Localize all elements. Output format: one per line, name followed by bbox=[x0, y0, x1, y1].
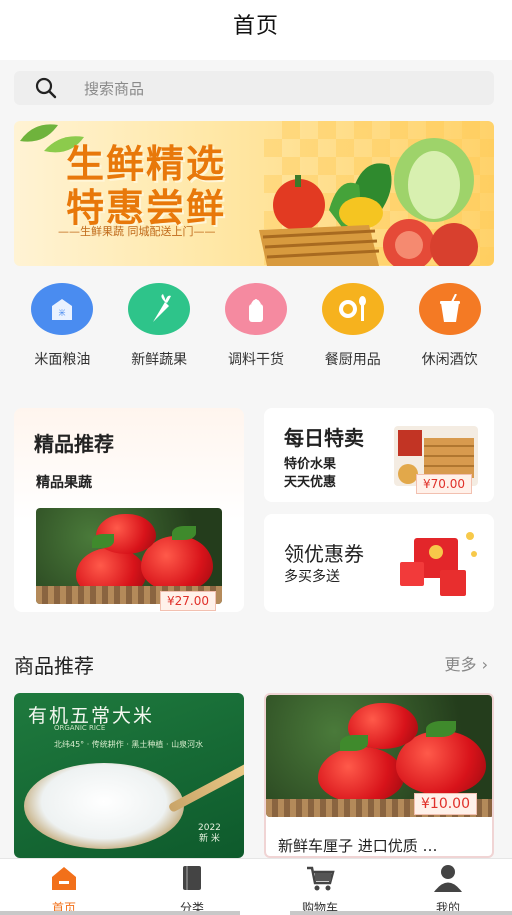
more-link[interactable]: 更多 › bbox=[444, 651, 488, 675]
rice-year: 2022 bbox=[198, 823, 221, 833]
rice-year-badge: 2022 新 米 bbox=[198, 823, 221, 845]
rice-bag-icon: 米 bbox=[31, 283, 94, 335]
search-bar[interactable]: 搜索商品 bbox=[14, 71, 494, 105]
category-label: 米面粮油 bbox=[34, 352, 91, 368]
tableware-icon bbox=[321, 283, 384, 335]
home-indicator bbox=[0, 911, 512, 915]
home-icon bbox=[49, 863, 79, 893]
chevron-right-icon: › bbox=[481, 655, 488, 674]
bottom-tab-bar: 首页 分类 购物车 我的 bbox=[0, 858, 512, 915]
daily-deal-card[interactable]: 每日特卖 特价水果 天天优惠 ¥70.00 bbox=[264, 408, 494, 502]
product-name: 新鲜车厘子 进口优质 … bbox=[278, 837, 438, 855]
category-item-drinks[interactable]: 休闲酒饮 bbox=[405, 283, 495, 383]
category-label: 新鲜蔬果 bbox=[131, 352, 188, 368]
category-label: 调料干货 bbox=[227, 352, 284, 368]
more-label: 更多 bbox=[444, 655, 477, 674]
coupon-subtitle: 多买多送 bbox=[284, 569, 340, 585]
daily-deal-price: ¥70.00 bbox=[416, 474, 472, 494]
search-icon bbox=[34, 76, 58, 100]
banner-subtitle: ——生鲜果蔬 同城配送上门—— bbox=[58, 225, 216, 238]
category-label: 餐厨用品 bbox=[324, 352, 381, 368]
cart-icon bbox=[305, 863, 335, 893]
tab-profile[interactable]: 我的 bbox=[384, 859, 512, 915]
featured-price: ¥27.00 bbox=[160, 591, 216, 611]
category-item-vegetables[interactable]: 新鲜蔬果 bbox=[114, 283, 204, 383]
product-price: ¥10.00 bbox=[414, 793, 477, 815]
product-card-cherries[interactable]: ¥10.00 新鲜车厘子 进口优质 … bbox=[264, 693, 494, 858]
user-icon bbox=[433, 863, 463, 893]
coupon-card[interactable]: 领优惠券 多买多送 bbox=[264, 514, 494, 612]
search-input[interactable]: 搜索商品 bbox=[84, 78, 144, 99]
tab-home[interactable]: 首页 bbox=[0, 859, 128, 915]
tab-cart[interactable]: 购物车 bbox=[256, 859, 384, 915]
product-section-header: 商品推荐 更多 › bbox=[14, 648, 494, 678]
daily-deal-line2: 天天优惠 bbox=[284, 475, 337, 490]
category-item-seasoning[interactable]: 调料干货 bbox=[211, 283, 301, 383]
app-header: 首页 bbox=[0, 0, 512, 60]
promo-banner[interactable]: 生鲜精选 特惠尝鲜 ——生鲜果蔬 同城配送上门—— bbox=[14, 121, 494, 266]
featured-title: 精品推荐 bbox=[34, 432, 114, 456]
page-title: 首页 bbox=[232, 14, 279, 39]
rice-description: 北纬45° · 传统耕作 · 黑土种植 · 山泉河水 bbox=[54, 740, 204, 749]
daily-deal-line1: 特价水果 bbox=[284, 457, 337, 472]
svg-text:米: 米 bbox=[59, 308, 66, 317]
rice-year-sub: 新 米 bbox=[199, 834, 220, 844]
category-item-rice[interactable]: 米 米面粮油 bbox=[17, 283, 107, 383]
salt-shaker-icon bbox=[224, 283, 287, 335]
featured-subtitle: 精品果蔬 bbox=[36, 475, 92, 491]
section-title: 商品推荐 bbox=[14, 654, 94, 678]
category-icon bbox=[177, 863, 207, 893]
strawberry-image bbox=[36, 508, 222, 604]
category-item-kitchenware[interactable]: 餐厨用品 bbox=[308, 283, 398, 383]
coupon-title: 领优惠券 bbox=[284, 542, 364, 566]
product-card-rice[interactable]: 有机五常大米 ORGANIC RICE 北纬45° · 传统耕作 · 黑土种植 … bbox=[14, 693, 244, 858]
spoon-handle bbox=[167, 758, 244, 813]
category-label: 休闲酒饮 bbox=[421, 352, 478, 368]
rice-english-label: ORGANIC RICE bbox=[54, 724, 106, 732]
vegetables-illustration bbox=[259, 138, 478, 266]
carrot-icon bbox=[128, 283, 191, 335]
daily-deal-title: 每日特卖 bbox=[284, 426, 364, 450]
rice-spoon-image bbox=[24, 763, 184, 849]
featured-card[interactable]: 精品推荐 精品果蔬 ¥27.00 bbox=[14, 408, 244, 612]
category-row: 米 米面粮油 新鲜蔬果 调料干货 餐厨用品 休闲酒饮 bbox=[0, 283, 512, 383]
tab-category[interactable]: 分类 bbox=[128, 859, 256, 915]
red-envelope-icon bbox=[400, 532, 477, 596]
drink-cup-icon bbox=[418, 283, 481, 335]
